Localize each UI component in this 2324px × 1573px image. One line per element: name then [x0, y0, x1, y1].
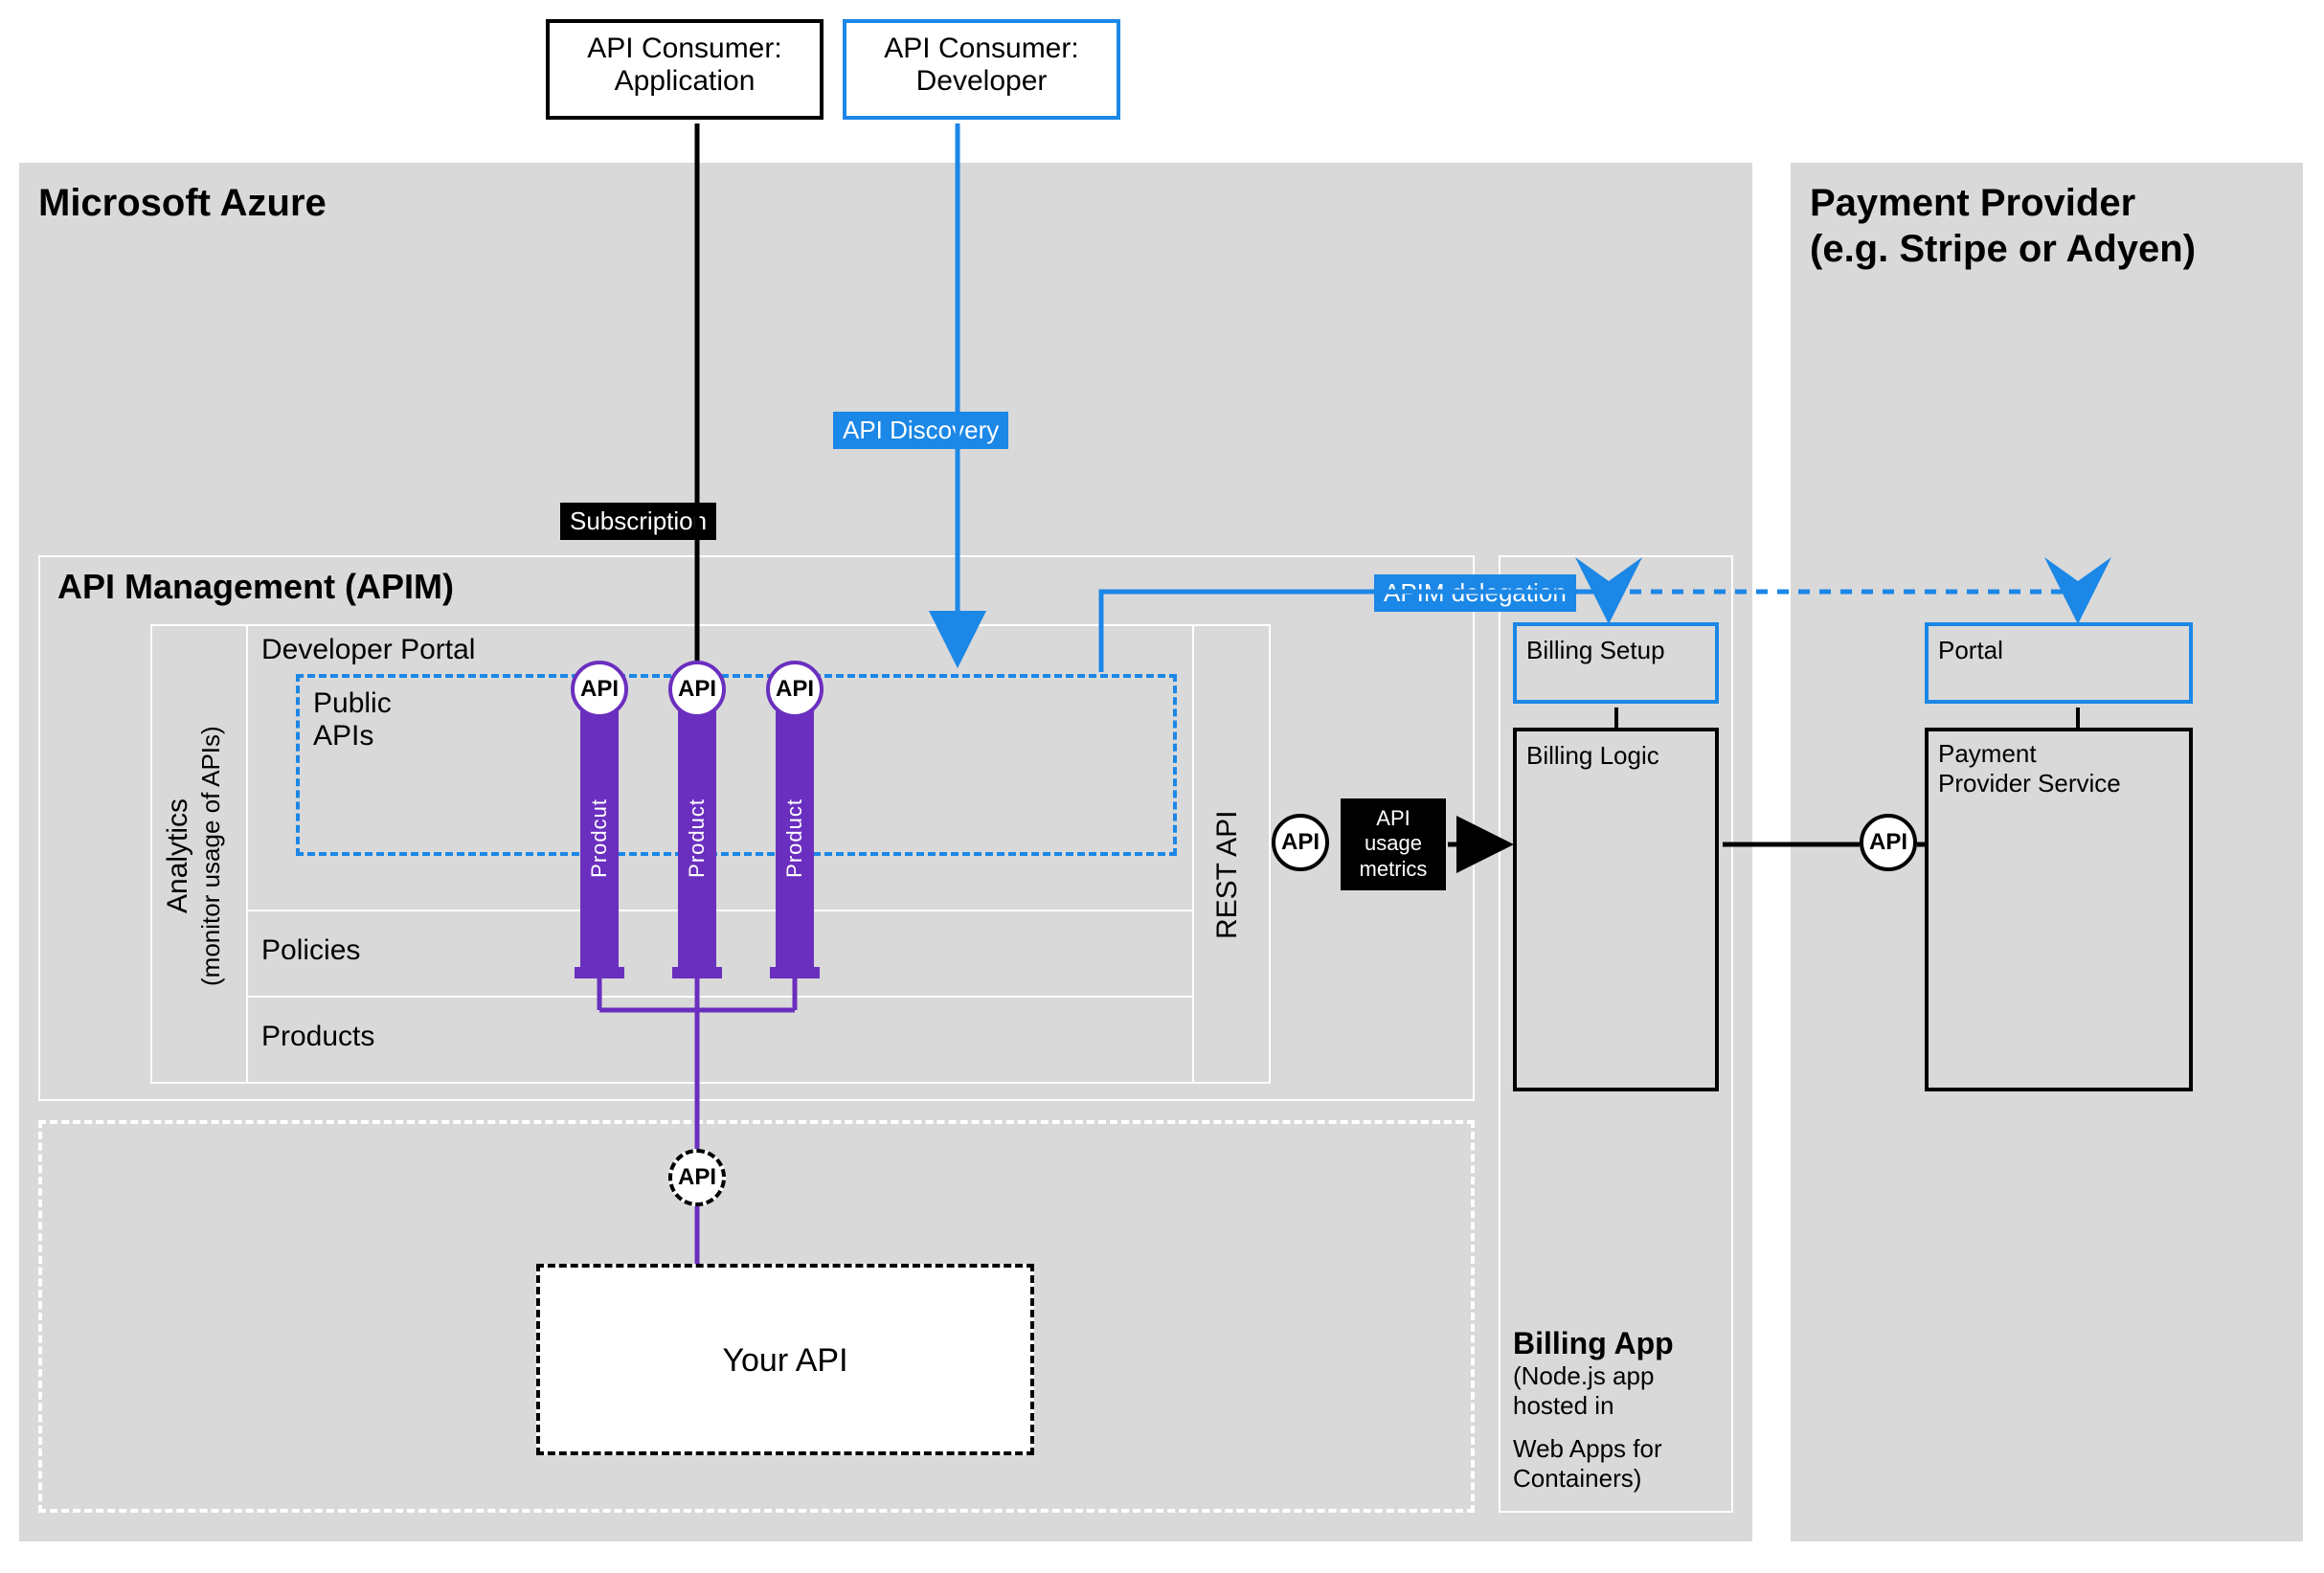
- api-circle-prod3: API: [766, 661, 824, 718]
- payment-title-l2: (e.g. Stripe or Adyen): [1810, 228, 2196, 271]
- apim-title: API Management (APIM): [57, 567, 454, 607]
- azure-container: Microsoft Azure API Management (APIM) An…: [19, 163, 1752, 1541]
- api-usage-l2: usage: [1348, 831, 1438, 856]
- devportal-label: Developer Portal: [261, 634, 475, 666]
- product-bar-2: Product: [678, 708, 716, 967]
- billing-logic-label: Billing Logic: [1526, 741, 1659, 771]
- consumer-app-l2: Application: [550, 65, 820, 98]
- billing-logic-box: Billing Logic: [1513, 728, 1719, 1091]
- api-circle-yourapi: API: [668, 1149, 726, 1206]
- billingapp-title: Billing App: [1513, 1326, 1733, 1361]
- payment-portal-box: Portal: [1925, 622, 2193, 704]
- public-apis-l1: Public: [313, 687, 392, 720]
- apim-delegation-tag: APIM delegation: [1374, 574, 1576, 612]
- api-consumer-app-box: API Consumer: Application: [546, 19, 824, 120]
- product-bar-3: Product: [776, 708, 814, 967]
- subscription-tag: Subscription: [560, 503, 716, 540]
- analytics-cell: Analytics (monitor usage of APIs): [150, 624, 246, 1084]
- consumer-app-l1: API Consumer:: [550, 33, 820, 65]
- consumer-dev-l2: Developer: [846, 65, 1117, 98]
- products-label: Products: [261, 1021, 374, 1053]
- billing-setup-box: Billing Setup: [1513, 622, 1719, 704]
- product-bar-1-label: Prodcut: [587, 798, 612, 878]
- product-bar-1: Prodcut: [580, 708, 619, 967]
- product-bar-3-label: Product: [782, 798, 807, 878]
- product-bar-2-label: Product: [685, 798, 710, 878]
- product-cap-1: [575, 967, 624, 978]
- policies-label: Policies: [261, 934, 360, 967]
- api-usage-l1: API: [1348, 806, 1438, 831]
- analytics-line1: Analytics: [162, 798, 193, 913]
- analytics-line2: (monitor usage of APIs): [196, 726, 225, 986]
- api-circle-rest: API: [1272, 814, 1329, 871]
- api-circle-prod1: API: [571, 661, 628, 718]
- product-cap-2: [672, 967, 722, 978]
- azure-title: Microsoft Azure: [38, 182, 327, 225]
- api-circle-prod2-label: API: [678, 676, 716, 703]
- yourapi-box: Your API: [536, 1264, 1034, 1455]
- billingapp-sub1: (Node.js app hosted in: [1513, 1361, 1733, 1421]
- public-apis-label: Public APIs: [313, 687, 392, 753]
- restapi-label: REST API: [1211, 779, 1250, 971]
- api-circle-billing-payment: API: [1860, 814, 1917, 871]
- api-circle-prod2: API: [668, 661, 726, 718]
- api-usage-metrics: API usage metrics: [1341, 798, 1446, 890]
- billingapp-sub2: Web Apps for Containers): [1513, 1434, 1733, 1494]
- consumer-dev-l1: API Consumer:: [846, 33, 1117, 65]
- analytics-label: Analytics (monitor usage of APIs): [162, 664, 238, 1047]
- restapi-cell: REST API: [1194, 624, 1271, 1084]
- payment-portal-label: Portal: [1938, 636, 2003, 665]
- api-circle-prod3-label: API: [776, 676, 814, 703]
- payment-service-box: Payment Provider Service: [1925, 728, 2193, 1091]
- api-circle-rest-label: API: [1281, 829, 1320, 856]
- payment-service-l2: Provider Service: [1938, 769, 2121, 798]
- payment-service-l1: Payment: [1938, 739, 2121, 769]
- products-row: Products: [246, 998, 1194, 1084]
- billingapp-title-block: Billing App (Node.js app hosted in Web A…: [1513, 1326, 1733, 1494]
- payment-service-label: Payment Provider Service: [1938, 739, 2121, 798]
- apim-container: API Management (APIM) Analytics (monitor…: [38, 555, 1475, 1101]
- api-consumer-dev-box: API Consumer: Developer: [843, 19, 1120, 120]
- api-circle-billing-payment-label: API: [1869, 829, 1907, 856]
- devportal-row: Developer Portal Public APIs: [246, 624, 1194, 911]
- public-apis-box: Public APIs: [296, 674, 1177, 856]
- product-cap-3: [770, 967, 820, 978]
- api-circle-yourapi-label: API: [678, 1164, 716, 1191]
- yourapi-label: Your API: [540, 1342, 1030, 1380]
- api-circle-prod1-label: API: [580, 676, 619, 703]
- billing-setup-label: Billing Setup: [1526, 636, 1665, 665]
- payment-title-l1: Payment Provider: [1810, 182, 2135, 225]
- policies-row: Policies: [246, 911, 1194, 998]
- api-discovery-tag: API Discovery: [833, 412, 1008, 449]
- api-usage-l3: metrics: [1348, 857, 1438, 882]
- public-apis-l2: APIs: [313, 720, 392, 753]
